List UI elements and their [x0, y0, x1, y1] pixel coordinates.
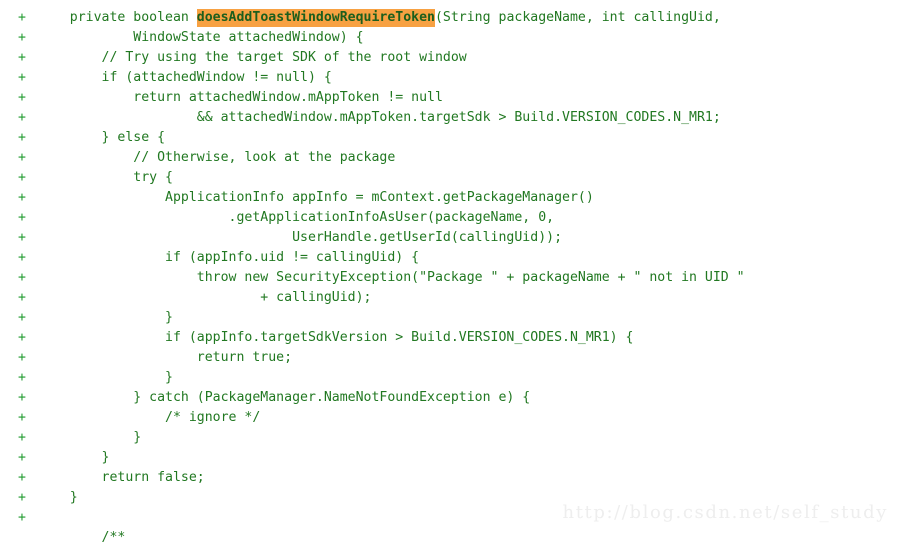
code-line: + WindowState attachedWindow) { — [0, 28, 900, 48]
code-line: + return false; — [0, 468, 900, 488]
diff-add-marker: + — [18, 390, 26, 405]
code-text: } else { — [38, 130, 166, 145]
code-line: /** — [0, 528, 900, 548]
highlighted-identifier: doesAddToastWindowRequireToken — [196, 9, 435, 27]
diff-add-marker: + — [18, 250, 26, 265]
code-text: // Otherwise, look at the package — [38, 150, 396, 165]
code-line: + private boolean doesAddToastWindowRequ… — [0, 8, 900, 28]
code-line: + if (attachedWindow != null) { — [0, 68, 900, 88]
diff-add-marker: + — [18, 110, 26, 125]
code-diff-view: + private boolean doesAddToastWindowRequ… — [0, 0, 900, 545]
diff-add-marker: + — [18, 310, 26, 325]
code-text: } catch (PackageManager.NameNotFoundExce… — [38, 390, 531, 405]
diff-add-marker: + — [18, 230, 26, 245]
code-line: + + callingUid); — [0, 288, 900, 308]
code-line: + // Try using the target SDK of the roo… — [0, 48, 900, 68]
diff-add-marker: + — [18, 10, 26, 25]
code-text: WindowState attachedWindow) { — [38, 30, 364, 45]
code-text: return false; — [38, 470, 205, 485]
code-text: } — [38, 370, 173, 385]
code-line: + } — [0, 448, 900, 468]
diff-add-marker: + — [18, 170, 26, 185]
code-text: (String packageName, int callingUid, — [434, 10, 721, 25]
code-text: throw new SecurityException("Package " +… — [38, 270, 745, 285]
code-line: + } — [0, 308, 900, 328]
diff-add-marker: + — [18, 490, 26, 505]
code-text: if (appInfo.targetSdkVersion > Build.VER… — [38, 330, 634, 345]
code-text: if (appInfo.uid != callingUid) { — [38, 250, 420, 265]
code-line: + return attachedWindow.mAppToken != nul… — [0, 88, 900, 108]
code-line: + } catch (PackageManager.NameNotFoundEx… — [0, 388, 900, 408]
diff-add-marker: + — [18, 90, 26, 105]
diff-add-marker: + — [18, 330, 26, 345]
diff-add-marker: + — [18, 50, 26, 65]
diff-add-marker: + — [18, 350, 26, 365]
code-text: // Try using the target SDK of the root … — [38, 50, 467, 65]
code-line: + && attachedWindow.mAppToken.targetSdk … — [0, 108, 900, 128]
watermark-text: http://blog.csdn.net/self_study — [562, 502, 888, 523]
code-text: } — [38, 490, 78, 505]
diff-add-marker: + — [18, 190, 26, 205]
code-text: /* ignore */ — [38, 410, 261, 425]
diff-add-marker: + — [18, 130, 26, 145]
code-text: private boolean — [38, 10, 197, 25]
code-text: /** — [38, 530, 126, 545]
code-text: UserHandle.getUserId(callingUid)); — [38, 230, 563, 245]
diff-add-marker: + — [18, 270, 26, 285]
code-line: + } — [0, 428, 900, 448]
code-text: } — [38, 310, 173, 325]
code-line: + return true; — [0, 348, 900, 368]
code-text: try { — [38, 170, 173, 185]
code-line: + ApplicationInfo appInfo = mContext.get… — [0, 188, 900, 208]
diff-add-marker: + — [18, 510, 26, 525]
diff-add-marker: + — [18, 430, 26, 445]
diff-add-marker: + — [18, 450, 26, 465]
code-line: + /* ignore */ — [0, 408, 900, 428]
diff-add-marker: + — [18, 30, 26, 45]
code-text: } — [38, 430, 142, 445]
code-text: && attachedWindow.mAppToken.targetSdk > … — [38, 110, 721, 125]
diff-add-marker: + — [18, 470, 26, 485]
code-line: + throw new SecurityException("Package "… — [0, 268, 900, 288]
diff-add-marker: + — [18, 290, 26, 305]
diff-add-marker: + — [18, 210, 26, 225]
code-text: ApplicationInfo appInfo = mContext.getPa… — [38, 190, 594, 205]
code-line: + if (appInfo.targetSdkVersion > Build.V… — [0, 328, 900, 348]
code-line: + UserHandle.getUserId(callingUid)); — [0, 228, 900, 248]
code-line: + .getApplicationInfoAsUser(packageName,… — [0, 208, 900, 228]
code-line: + } — [0, 368, 900, 388]
code-text: .getApplicationInfoAsUser(packageName, 0… — [38, 210, 555, 225]
diff-add-marker: + — [18, 410, 26, 425]
code-text: return true; — [38, 350, 293, 365]
code-line: + } else { — [0, 128, 900, 148]
code-text: } — [38, 450, 110, 465]
code-line: + // Otherwise, look at the package — [0, 148, 900, 168]
code-text: + callingUid); — [38, 290, 372, 305]
diff-add-marker: + — [18, 70, 26, 85]
diff-add-marker: + — [18, 150, 26, 165]
code-line: + try { — [0, 168, 900, 188]
diff-add-marker: + — [18, 370, 26, 385]
code-line-list: + private boolean doesAddToastWindowRequ… — [0, 8, 900, 548]
code-text: return attachedWindow.mAppToken != null — [38, 90, 443, 105]
code-line: + if (appInfo.uid != callingUid) { — [0, 248, 900, 268]
code-text: if (attachedWindow != null) { — [38, 70, 332, 85]
